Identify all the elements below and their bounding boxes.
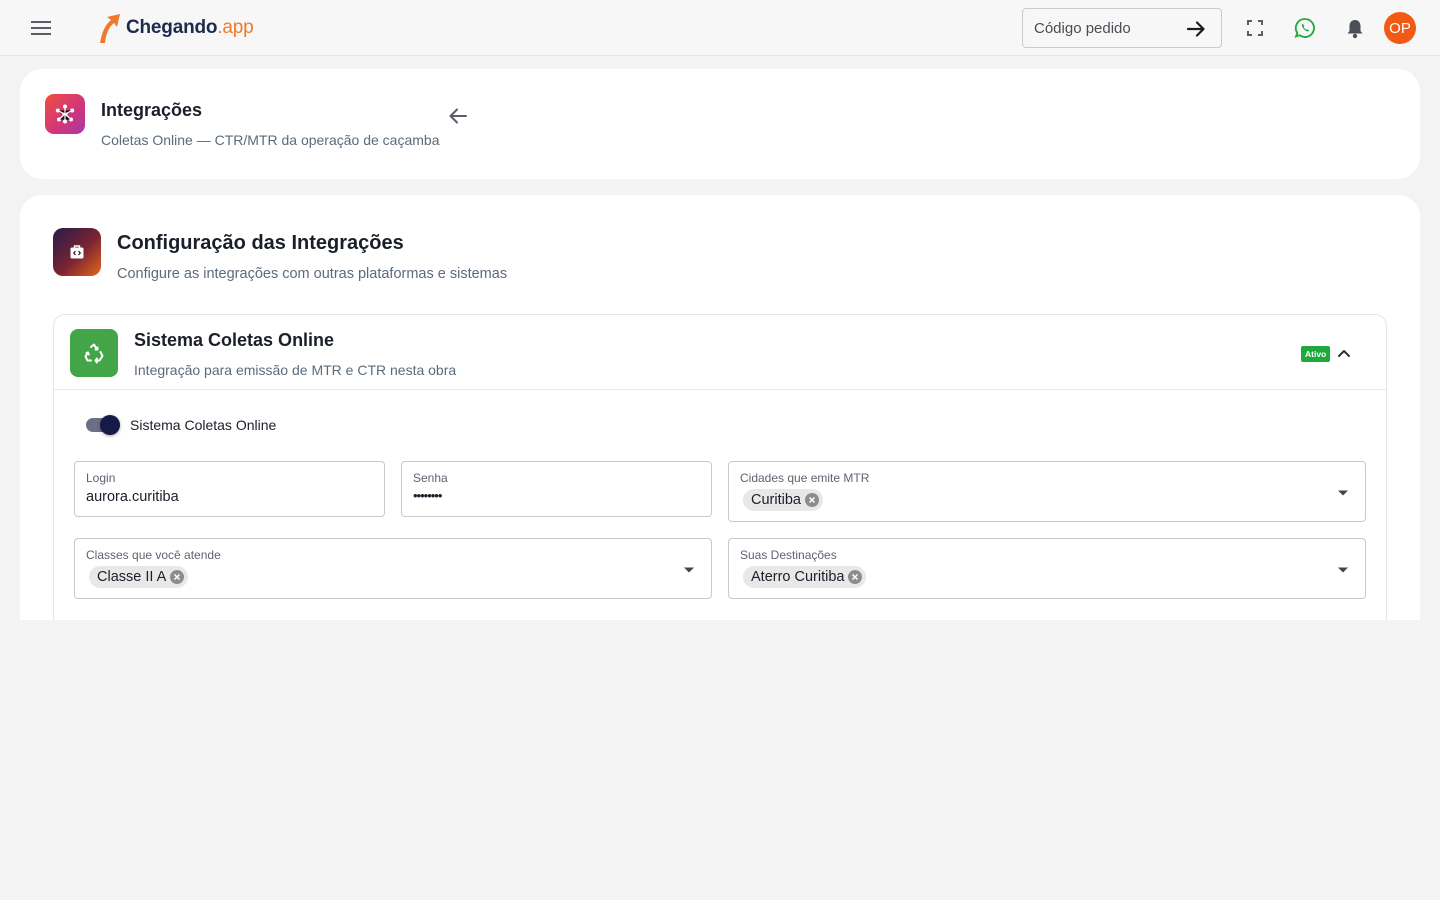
caret-down-icon[interactable] — [683, 563, 695, 575]
chip-label: Aterro Curitiba — [751, 569, 845, 585]
password-input[interactable]: •••••••• — [413, 488, 693, 503]
app-logo[interactable]: Chegando.app — [96, 12, 254, 44]
login-input[interactable] — [86, 489, 366, 505]
recycle-icon — [70, 329, 118, 377]
panel-header[interactable]: Sistema Coletas Online Integração para e… — [54, 315, 1386, 390]
destinations-select[interactable]: Suas Destinações Aterro Curitiba — [728, 538, 1366, 599]
caret-down-icon[interactable] — [1337, 563, 1349, 575]
top-bar: Chegando.app OP — [0, 0, 1440, 56]
cities-select[interactable]: Cidades que emite MTR Curitiba — [728, 461, 1366, 522]
chip-destination: Aterro Curitiba — [743, 566, 867, 588]
caret-down-icon[interactable] — [1337, 486, 1349, 498]
chevron-up-icon[interactable] — [1334, 343, 1354, 363]
cities-label: Cidades que emite MTR — [740, 471, 870, 485]
order-code-field — [1022, 8, 1222, 48]
chip-label: Curitiba — [751, 492, 801, 508]
login-label: Login — [86, 471, 116, 485]
coletas-toggle[interactable]: Sistema Coletas Online — [86, 413, 276, 437]
logo-text: Chegando.app — [126, 17, 254, 38]
chip-city: Curitiba — [743, 489, 823, 511]
section-title: Configuração das Integrações — [117, 232, 404, 254]
toggle-knob — [100, 415, 120, 435]
bell-icon[interactable] — [1343, 16, 1367, 40]
integrations-hub-icon — [45, 94, 85, 134]
toggle-switch[interactable] — [86, 415, 120, 435]
logo-arrow-icon — [100, 14, 120, 43]
chip-class: Classe II A — [89, 566, 189, 588]
password-field[interactable]: Senha •••••••• — [401, 461, 712, 517]
cancel-circle-icon[interactable] — [170, 570, 185, 584]
status-badge: Ativo — [1301, 346, 1331, 362]
code-bag-icon — [53, 228, 101, 276]
cancel-circle-icon[interactable] — [804, 493, 819, 507]
whatsapp-icon[interactable] — [1293, 16, 1317, 40]
section-subtitle: Configure as integrações com outras plat… — [117, 266, 508, 282]
order-code-input[interactable] — [1034, 19, 1174, 37]
classes-label: Classes que você atende — [86, 548, 221, 562]
page-subtitle: Coletas Online — CTR/MTR da operação de … — [101, 132, 440, 148]
destinations-label: Suas Destinações — [740, 548, 837, 562]
menu-icon[interactable] — [26, 14, 56, 42]
page-header-card: Integrações Coletas Online — CTR/MTR da … — [20, 69, 1420, 179]
page-title: Integrações — [101, 100, 203, 120]
arrow-right-icon[interactable] — [1185, 18, 1207, 40]
panel-subtitle: Integração para emissão de MTR e CTR nes… — [134, 362, 457, 378]
classes-select[interactable]: Classes que você atende Classe II A — [74, 538, 712, 599]
toggle-label: Sistema Coletas Online — [130, 417, 277, 433]
coletas-online-panel: Sistema Coletas Online Integração para e… — [53, 314, 1387, 620]
cancel-circle-icon[interactable] — [848, 570, 863, 584]
arrow-left-icon[interactable] — [446, 104, 470, 128]
password-label: Senha — [413, 471, 448, 485]
chip-label: Classe II A — [97, 569, 167, 585]
avatar[interactable]: OP — [1384, 12, 1416, 44]
integrations-config-card: Configuração das Integrações Configure a… — [20, 195, 1420, 620]
login-field[interactable]: Login — [74, 461, 385, 517]
panel-title: Sistema Coletas Online — [134, 330, 335, 350]
fullscreen-icon[interactable] — [1243, 16, 1267, 40]
